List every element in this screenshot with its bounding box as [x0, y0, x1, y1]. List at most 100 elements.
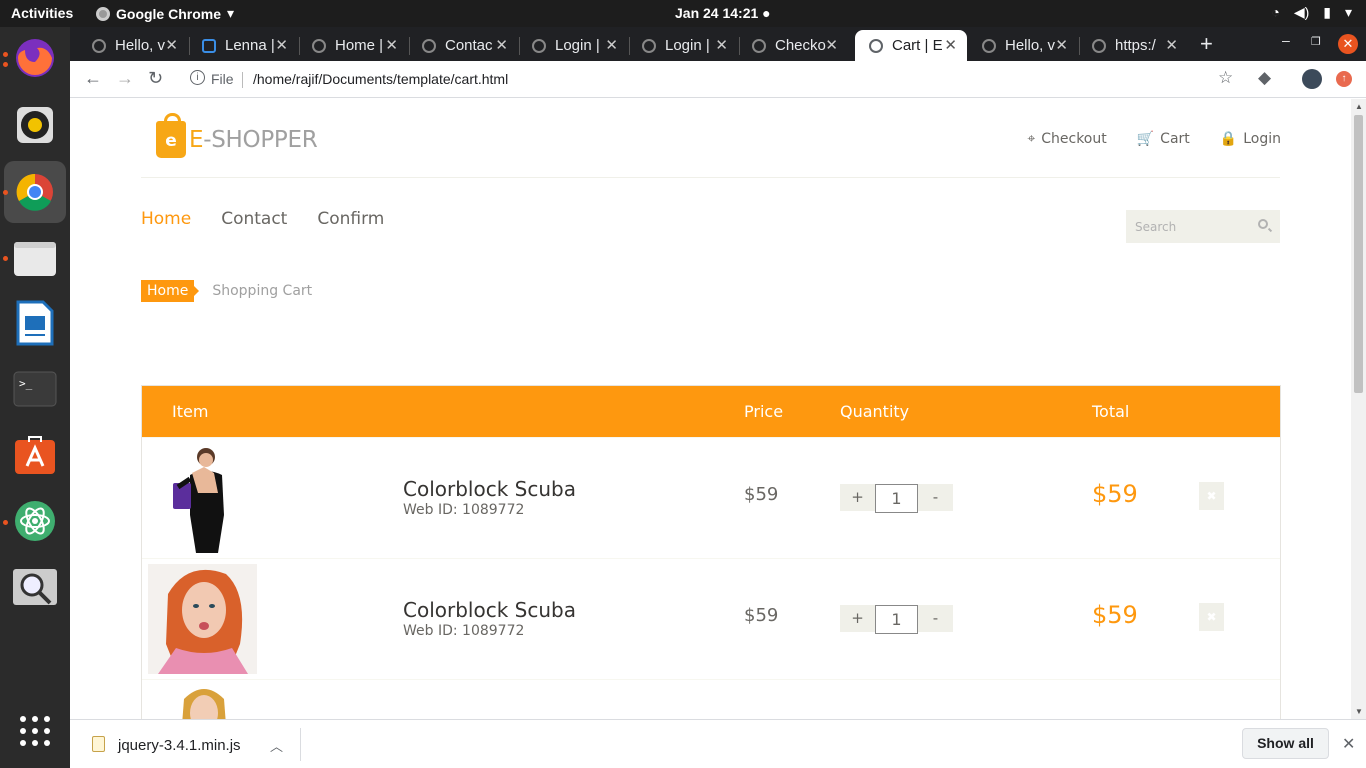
- activities-button[interactable]: Activities: [11, 5, 73, 21]
- product-name[interactable]: Colorblock Scuba: [403, 477, 576, 501]
- close-icon[interactable]: ✕: [715, 36, 728, 54]
- back-arrow-icon[interactable]: ←: [84, 68, 102, 89]
- quantity-input[interactable]: [875, 484, 918, 513]
- app-menu-label: Google Chrome: [116, 5, 222, 22]
- update-icon[interactable]: ↑: [1336, 71, 1352, 87]
- tab[interactable]: Hello, v ✕: [968, 30, 1078, 61]
- browser-toolbar: ← → ↻ i File /home/rajif/Documents/templ…: [70, 61, 1366, 98]
- close-icon[interactable]: ✕: [1055, 36, 1068, 54]
- minimize-button[interactable]: –: [1282, 32, 1290, 48]
- page-scrollbar[interactable]: ▲ ▼: [1351, 99, 1366, 719]
- system-tray[interactable]: ◔ ◀) ▮ ▾: [1271, 4, 1352, 21]
- files-launcher[interactable]: [11, 234, 59, 282]
- close-icon[interactable]: ✕: [944, 36, 957, 54]
- tab[interactable]: Contac ✕: [408, 30, 518, 61]
- close-icon[interactable]: ✕: [825, 36, 838, 54]
- scroll-down-icon[interactable]: ▼: [1355, 707, 1363, 716]
- tab[interactable]: https:/ ✕: [1078, 30, 1188, 61]
- login-link[interactable]: 🔒 Login: [1220, 131, 1281, 147]
- reload-icon[interactable]: ↻: [148, 68, 163, 89]
- tab-label: https:/: [1115, 37, 1156, 54]
- nav-contact[interactable]: Contact: [221, 209, 287, 229]
- tab[interactable]: Lenna | ✕: [188, 30, 298, 61]
- quantity-input[interactable]: [875, 605, 918, 634]
- firefox-launcher[interactable]: [11, 34, 59, 82]
- running-indicator: [3, 520, 8, 525]
- battery-icon: ▮: [1323, 4, 1331, 20]
- shopping-bag-icon: e: [156, 113, 186, 158]
- product-image[interactable]: [148, 443, 257, 553]
- tab[interactable]: Login | ✕: [628, 30, 738, 61]
- checkout-link[interactable]: ⌖ Checkout: [1027, 131, 1106, 147]
- header-item: Item: [172, 402, 209, 421]
- quantity-stepper: + -: [840, 484, 953, 513]
- remove-item-button[interactable]: ✖: [1199, 603, 1224, 631]
- download-shelf: jquery-3.4.1.min.js ︿ Show all ✕: [70, 719, 1366, 768]
- software-launcher[interactable]: [11, 430, 59, 478]
- quantity-plus-button[interactable]: +: [840, 484, 875, 511]
- product-image[interactable]: [148, 564, 257, 674]
- terminal-launcher[interactable]: >_: [11, 365, 59, 413]
- close-icon[interactable]: ✕: [165, 36, 178, 54]
- remove-item-button[interactable]: ✖: [1199, 482, 1224, 510]
- globe-icon: [1092, 38, 1106, 53]
- tab[interactable]: Checko ✕: [738, 30, 848, 61]
- maximize-button[interactable]: ❐: [1311, 35, 1321, 48]
- tab-active[interactable]: Cart | E ✕: [855, 30, 967, 61]
- nav-confirm[interactable]: Confirm: [317, 209, 384, 229]
- download-item[interactable]: jquery-3.4.1.min.js: [118, 737, 241, 754]
- quantity-minus-button[interactable]: -: [918, 605, 953, 632]
- tab[interactable]: Login | ✕: [518, 30, 628, 61]
- shelf-divider: [300, 728, 301, 761]
- breadcrumb: Home Shopping Cart: [141, 280, 312, 302]
- window-close-button[interactable]: ✕: [1338, 34, 1358, 54]
- quantity-plus-button[interactable]: +: [840, 605, 875, 632]
- product-name[interactable]: Colorblock Scuba: [403, 598, 576, 622]
- globe-icon: [869, 38, 883, 53]
- chevron-up-icon[interactable]: ︿: [270, 736, 283, 755]
- url-text[interactable]: /home/rajif/Documents/template/cart.html: [253, 71, 508, 87]
- show-all-button[interactable]: Show all: [1242, 728, 1329, 759]
- globe-icon: [982, 38, 996, 53]
- nav-home[interactable]: Home: [141, 209, 191, 229]
- breadcrumb-home[interactable]: Home: [141, 280, 200, 302]
- app-menu[interactable]: Google Chrome ▾: [96, 5, 234, 22]
- tab[interactable]: Home | ✕: [298, 30, 408, 61]
- image-viewer-launcher[interactable]: [11, 563, 59, 611]
- profile-avatar[interactable]: [1302, 69, 1322, 89]
- close-icon[interactable]: ✕: [275, 36, 288, 54]
- close-icon[interactable]: ✕: [605, 36, 618, 54]
- extension-icon[interactable]: ◆: [1258, 68, 1271, 88]
- close-icon[interactable]: ✕: [495, 36, 508, 54]
- cart-link[interactable]: 🛒 Cart: [1137, 131, 1190, 147]
- atom-launcher[interactable]: [11, 497, 59, 545]
- new-tab-button[interactable]: +: [1200, 31, 1213, 57]
- dock: >_: [0, 27, 70, 768]
- woman-portrait-image: [148, 443, 257, 553]
- system-top-bar: Activities Google Chrome ▾ Jan 24 14:21 …: [0, 0, 1366, 27]
- bookmark-star-icon[interactable]: ☆: [1218, 68, 1233, 88]
- clock[interactable]: Jan 24 14:21 ●: [675, 5, 771, 21]
- show-applications-button[interactable]: [11, 707, 59, 755]
- chrome-launcher[interactable]: [4, 161, 66, 223]
- search-placeholder: Search: [1135, 220, 1177, 234]
- forward-arrow-icon[interactable]: →: [116, 68, 134, 89]
- site-logo[interactable]: e E-SHOPPER: [156, 113, 318, 158]
- search-icon[interactable]: [1258, 219, 1268, 229]
- close-icon[interactable]: ✕: [1165, 36, 1178, 54]
- row-total: $59: [1092, 480, 1138, 508]
- writer-launcher[interactable]: [11, 299, 59, 347]
- woman-portrait-image: [148, 685, 257, 719]
- cart-row: Colorblock Scuba Web ID: 1089772 $59 + -…: [142, 558, 1280, 679]
- search-input[interactable]: Search: [1126, 210, 1280, 243]
- close-icon[interactable]: ✕: [385, 36, 398, 54]
- close-icon[interactable]: ✕: [1342, 734, 1355, 754]
- scrollbar-thumb[interactable]: [1354, 115, 1363, 393]
- info-icon[interactable]: i: [190, 70, 205, 85]
- tab[interactable]: Hello, v ✕: [78, 30, 188, 61]
- rhythmbox-launcher[interactable]: [11, 101, 59, 149]
- quantity-minus-button[interactable]: -: [918, 484, 953, 511]
- product-image[interactable]: [148, 685, 257, 719]
- scroll-up-icon[interactable]: ▲: [1355, 102, 1363, 111]
- address-bar[interactable]: i File /home/rajif/Documents/template/ca…: [178, 65, 1264, 94]
